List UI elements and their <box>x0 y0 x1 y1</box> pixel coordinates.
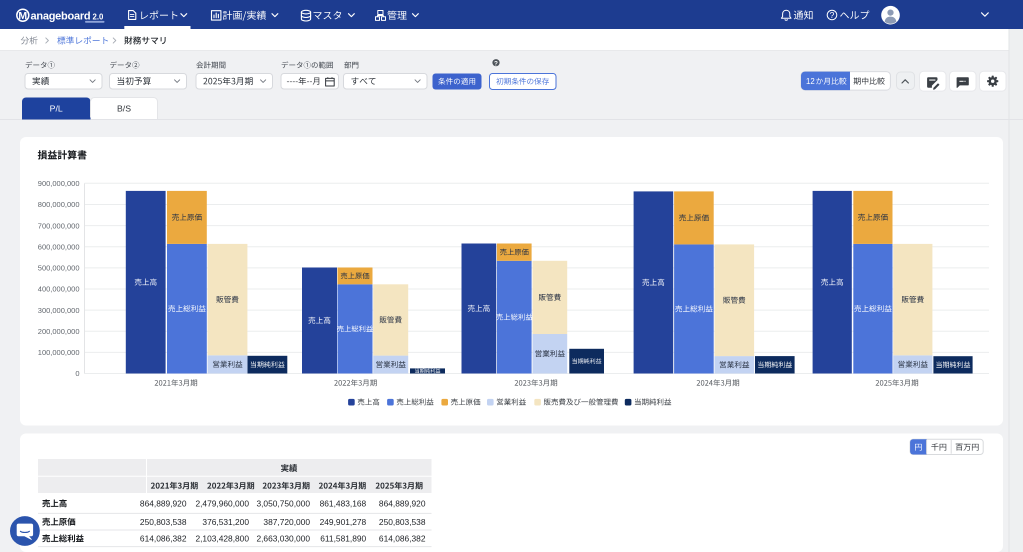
svg-text:376,531,200: 376,531,200 <box>202 517 249 527</box>
svg-text:250,803,538: 250,803,538 <box>379 517 426 527</box>
svg-text:anageboard: anageboard <box>31 10 91 22</box>
svg-text:M: M <box>18 10 27 22</box>
svg-text:500,000,000: 500,000,000 <box>38 264 80 273</box>
svg-text:2.0: 2.0 <box>93 12 105 21</box>
svg-text:700,000,000: 700,000,000 <box>38 221 80 230</box>
svg-text:400,000,000: 400,000,000 <box>38 285 80 294</box>
svg-text:100,000,000: 100,000,000 <box>38 348 80 357</box>
svg-text:?: ? <box>830 10 835 20</box>
svg-text:2,479,960,000: 2,479,960,000 <box>195 499 249 509</box>
svg-text:3,050,750,000: 3,050,750,000 <box>256 499 310 509</box>
svg-text:B/S: B/S <box>117 104 131 114</box>
svg-text:249,901,278: 249,901,278 <box>320 517 367 527</box>
svg-text:387,720,000: 387,720,000 <box>263 517 310 527</box>
svg-text:0: 0 <box>75 369 79 378</box>
svg-text:250,803,538: 250,803,538 <box>140 517 187 527</box>
svg-text:614,086,382: 614,086,382 <box>379 534 426 544</box>
svg-text:864,889,920: 864,889,920 <box>140 499 187 509</box>
svg-text:800,000,000: 800,000,000 <box>38 200 80 209</box>
svg-text:864,889,920: 864,889,920 <box>379 499 426 509</box>
svg-text:600,000,000: 600,000,000 <box>38 242 80 251</box>
svg-text:12: 12 <box>806 77 815 86</box>
svg-text:614,086,382: 614,086,382 <box>140 534 187 544</box>
svg-text:200,000,000: 200,000,000 <box>38 327 80 336</box>
svg-text:2,663,030,000: 2,663,030,000 <box>256 534 310 544</box>
svg-text:611,581,890: 611,581,890 <box>320 534 366 544</box>
svg-text:900,000,000: 900,000,000 <box>38 179 80 188</box>
svg-text:300,000,000: 300,000,000 <box>38 306 80 315</box>
svg-text:2,103,428,800: 2,103,428,800 <box>195 534 249 544</box>
svg-text:?: ? <box>494 60 498 67</box>
svg-text:861,483,168: 861,483,168 <box>320 499 367 509</box>
svg-text:P/L: P/L <box>50 104 63 114</box>
